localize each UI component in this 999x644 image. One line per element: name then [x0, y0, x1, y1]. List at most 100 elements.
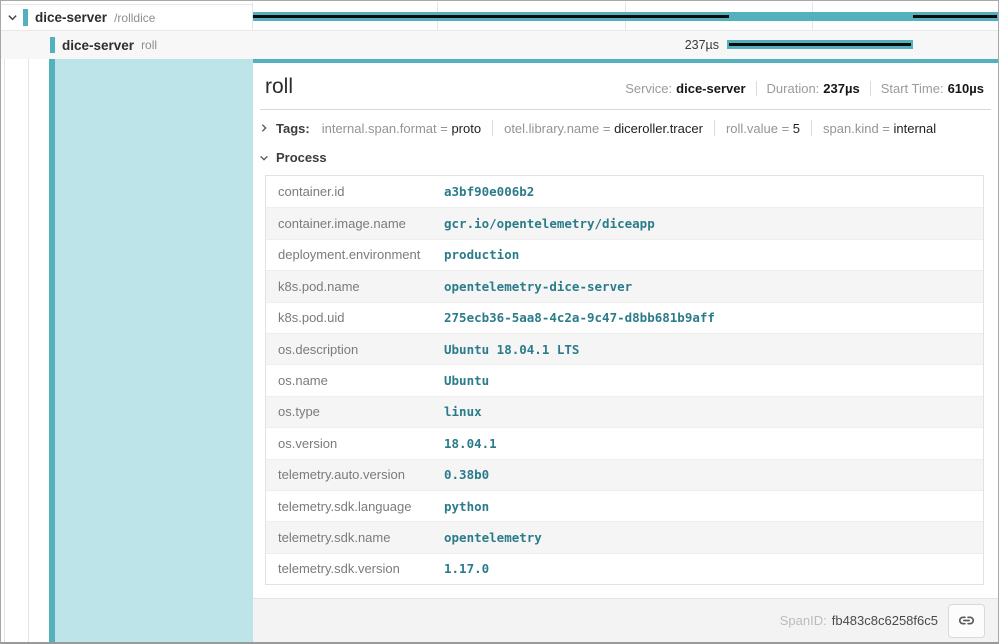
jaeger-trace-window: dice-server /rolldice dice-server roll 2…: [0, 0, 999, 644]
spanid-value: fb483c8c6258f6c5: [832, 613, 938, 628]
vertical-divider: [870, 81, 871, 96]
vertical-divider: [811, 120, 812, 136]
tags-label: Tags:: [276, 121, 310, 136]
process-key: os.version: [266, 436, 444, 451]
meta-item: Start Time: 610µs: [881, 82, 984, 95]
tag-value: diceroller.tracer: [614, 121, 703, 136]
selected-span-highlight: [55, 59, 253, 642]
process-label: Process: [276, 150, 327, 165]
meta-item: Duration: 237µs: [767, 82, 860, 95]
process-table-row: os.description Ubuntu 18.04.1 LTS: [266, 333, 983, 364]
span-row-rolldice[interactable]: dice-server /rolldice: [1, 5, 253, 30]
tag-equals: =: [437, 121, 452, 136]
meta-value: 237µs: [823, 82, 859, 95]
operation-name: /rolldice: [114, 11, 155, 25]
process-table-row: container.image.name gcr.io/opentelemetr…: [266, 207, 983, 238]
tag-summary-item: internal.span.format = proto: [322, 121, 481, 136]
process-value: production: [444, 247, 519, 262]
process-key: container.id: [266, 184, 444, 199]
tag-value: internal: [894, 121, 937, 136]
meta-value: 610µs: [948, 82, 984, 95]
tag-key: roll.value: [726, 121, 778, 136]
spanid-label: SpanID:: [780, 613, 827, 628]
operation-name: roll: [141, 38, 157, 52]
process-value: opentelemetry-dice-server: [444, 279, 632, 294]
process-table-row: deployment.environment production: [266, 239, 983, 270]
link-icon: [957, 611, 976, 630]
process-value: Ubuntu: [444, 373, 489, 388]
process-table-row: os.type linux: [266, 396, 983, 427]
process-table-row: os.name Ubuntu: [266, 364, 983, 395]
meta-label: Start Time:: [881, 82, 944, 95]
chevron-down-icon[interactable]: [7, 12, 18, 23]
meta-value: dice-server: [676, 82, 745, 95]
tag-summary-item: span.kind = internal: [823, 121, 936, 136]
process-value: a3bf90e006b2: [444, 184, 534, 199]
process-table-row: k8s.pod.uid 275ecb36-5aa8-4c2a-9c47-d8bb…: [266, 302, 983, 333]
tag-key: span.kind: [823, 121, 879, 136]
span-duration-label: 237µs: [601, 38, 719, 52]
child-span-marker: [913, 15, 997, 18]
process-key: telemetry.sdk.version: [266, 561, 444, 576]
header-divider: [260, 109, 991, 110]
chevron-down-icon: [259, 153, 269, 163]
chevron-right-icon: [259, 123, 269, 133]
process-accordion-header[interactable]: Process: [259, 150, 998, 165]
service-name: dice-server: [35, 10, 107, 25]
span-bar-core: [729, 43, 911, 46]
span-detail-row: roll Service: dice-server Duration: 237µ…: [1, 59, 998, 642]
process-table-row: telemetry.auto.version 0.38b0: [266, 459, 983, 490]
process-key: k8s.pod.name: [266, 279, 444, 294]
process-table-row: telemetry.sdk.language python: [266, 490, 983, 521]
process-table-row: container.id a3bf90e006b2: [266, 176, 983, 207]
span-bar-roll[interactable]: [727, 40, 913, 49]
process-table-row: k8s.pod.name opentelemetry-dice-server: [266, 270, 983, 301]
tag-value: proto: [451, 121, 481, 136]
meta-item: Service: dice-server: [625, 82, 745, 95]
vertical-divider: [492, 120, 493, 136]
process-table-row: telemetry.sdk.name opentelemetry: [266, 521, 983, 552]
child-span-marker: [253, 15, 729, 18]
span-color-block: [50, 37, 55, 53]
process-key: telemetry.sdk.name: [266, 530, 444, 545]
process-key: os.description: [266, 342, 444, 357]
vertical-divider: [714, 120, 715, 136]
process-value: gcr.io/opentelemetry/diceapp: [444, 216, 655, 231]
process-value: 275ecb36-5aa8-4c2a-9c47-d8bb681b9aff: [444, 310, 715, 325]
meta-label: Service:: [625, 82, 672, 95]
indent-guide: [28, 59, 29, 642]
process-key: k8s.pod.uid: [266, 310, 444, 325]
tag-equals: =: [778, 121, 793, 136]
indent-guide: [4, 59, 5, 642]
process-table-row: os.version 18.04.1: [266, 427, 983, 458]
tag-equals: =: [879, 121, 894, 136]
span-header-meta: Service: dice-server Duration: 237µs Sta…: [625, 81, 984, 96]
process-value: python: [444, 499, 489, 514]
span-detail-header: roll Service: dice-server Duration: 237µ…: [253, 63, 998, 97]
deep-link-button[interactable]: [948, 604, 985, 638]
tags-accordion-header[interactable]: Tags: internal.span.format = proto otel.…: [259, 120, 998, 136]
span-detail-panel: roll Service: dice-server Duration: 237µ…: [253, 59, 998, 642]
span-bar-rolldice[interactable]: [253, 12, 998, 21]
process-table-row: telemetry.sdk.version 1.17.0: [266, 553, 983, 584]
process-value: 1.17.0: [444, 561, 489, 576]
tag-value: 5: [793, 121, 800, 136]
span-row-roll[interactable]: dice-server roll 237µs: [1, 31, 998, 59]
tag-key: internal.span.format: [322, 121, 437, 136]
span-detail-footer: SpanID: fb483c8c6258f6c5: [253, 598, 998, 642]
tag-summary-item: otel.library.name = diceroller.tracer: [504, 121, 703, 136]
process-value: 18.04.1: [444, 436, 497, 451]
process-value: opentelemetry: [444, 530, 542, 545]
tag-equals: =: [599, 121, 614, 136]
process-value: 0.38b0: [444, 467, 489, 482]
span-operation-title: roll: [265, 76, 293, 97]
process-key: container.image.name: [266, 216, 444, 231]
process-value: Ubuntu 18.04.1 LTS: [444, 342, 579, 357]
process-key: deployment.environment: [266, 247, 444, 262]
tag-summary-item: roll.value = 5: [726, 121, 800, 136]
process-key: telemetry.auto.version: [266, 467, 444, 482]
process-key: telemetry.sdk.language: [266, 499, 444, 514]
span-row-roll-name: dice-server roll: [1, 31, 253, 59]
tag-key: otel.library.name: [504, 121, 599, 136]
process-key: os.name: [266, 373, 444, 388]
